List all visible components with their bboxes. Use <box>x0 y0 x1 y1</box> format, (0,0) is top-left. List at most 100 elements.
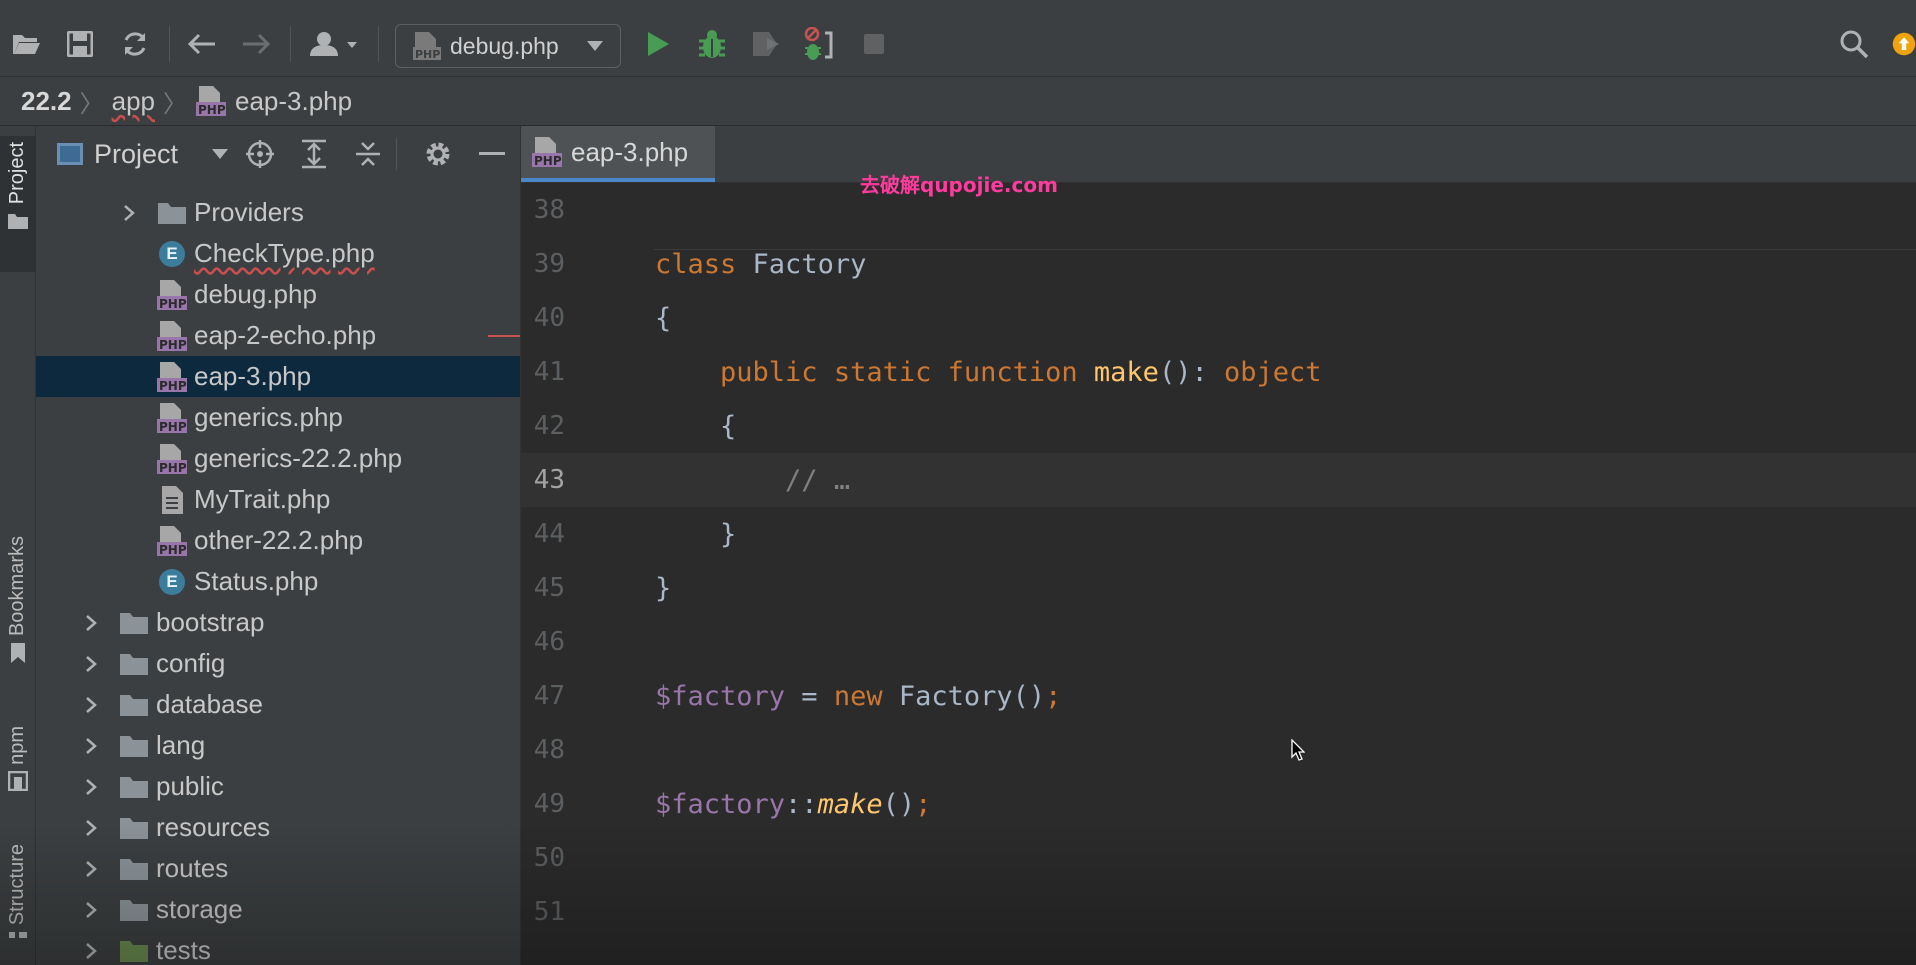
stripe-tab-label: Project <box>6 142 28 205</box>
chevron-right-icon[interactable] <box>81 736 101 756</box>
code-line[interactable]: 45} <box>521 561 1916 615</box>
tree-item-label: eap-3.php <box>194 361 312 391</box>
chevron-right-icon[interactable] <box>81 941 101 961</box>
tree-item-resources[interactable]: resources <box>36 807 520 848</box>
stop-icon[interactable] <box>854 24 894 64</box>
line-number: 47 <box>533 681 565 711</box>
chevron-right-icon[interactable] <box>81 777 101 797</box>
sync-icon[interactable] <box>115 24 155 64</box>
breadcrumb-project[interactable]: 22.2 <box>21 86 72 117</box>
tree-item-generics-22-2[interactable]: PHP generics-22.2.php <box>36 438 520 479</box>
save-icon[interactable] <box>60 24 100 64</box>
tree-item-status[interactable]: E Status.php <box>36 561 520 602</box>
listen-debug-icon[interactable] <box>800 24 840 64</box>
editor-tab-eap-3[interactable]: PHP eap-3.php <box>521 126 715 182</box>
tree-item-config[interactable]: config <box>36 643 520 684</box>
code-line[interactable]: 50 <box>521 831 1916 885</box>
code-line[interactable]: 43 // … <box>521 453 1916 507</box>
back-icon[interactable] <box>182 24 222 64</box>
line-number: 38 <box>533 195 565 225</box>
project-panel-title[interactable]: Project <box>94 139 178 170</box>
stripe-tab-npm[interactable]: npm <box>0 726 35 791</box>
tree-item-label: bootstrap <box>156 607 265 637</box>
debug-icon[interactable] <box>692 24 732 64</box>
code-text: $factory = new Factory(); <box>655 681 1061 712</box>
code-line[interactable]: 41 public static function make(): object <box>521 345 1916 399</box>
php-file-icon: PHP <box>156 279 188 311</box>
coverage-icon[interactable] <box>746 24 786 64</box>
code-token: object <box>1223 356 1322 388</box>
stripe-tab-project[interactable]: Project <box>0 136 35 272</box>
code-text: class Factory <box>655 249 866 280</box>
stripe-tab-bookmarks[interactable]: Bookmarks <box>0 536 35 664</box>
editor-tab-label: eap-3.php <box>571 136 689 167</box>
code-line[interactable]: 40 { <box>521 291 1916 345</box>
minimize-icon[interactable] <box>474 136 510 172</box>
code-line[interactable]: 42 { <box>521 399 1916 453</box>
chevron-right-icon[interactable] <box>81 900 101 920</box>
svg-text:PHP: PHP <box>415 48 440 61</box>
tree-item-label: Providers <box>194 197 304 227</box>
code-line[interactable]: 39 class Factory <box>521 237 1916 291</box>
folder-icon <box>118 772 150 802</box>
tree-item-label: database <box>156 689 263 719</box>
tree-item-generics[interactable]: PHP generics.php <box>36 397 520 438</box>
tree-item-eap-3[interactable]: PHP eap-3.php <box>36 356 520 397</box>
enum-icon: E <box>156 239 188 269</box>
run-icon[interactable] <box>638 24 678 64</box>
tree-item-routes[interactable]: routes <box>36 848 520 889</box>
locate-file-icon[interactable] <box>242 136 278 172</box>
code-line[interactable]: 38 <box>521 183 1916 237</box>
code-token: new <box>833 680 899 712</box>
chevron-down-icon[interactable] <box>202 136 238 172</box>
test-folder-icon <box>118 936 150 965</box>
user-icon[interactable] <box>306 24 362 64</box>
breadcrumb-folder-app[interactable]: app <box>112 86 155 117</box>
code-line[interactable]: 51 <box>521 885 1916 939</box>
chevron-right-icon[interactable] <box>81 654 101 674</box>
code-line[interactable]: 46 <box>521 615 1916 669</box>
tree-item-debug[interactable]: PHP debug.php <box>36 274 520 315</box>
open-folder-icon[interactable] <box>6 24 46 64</box>
tree-item-providers[interactable]: Providers <box>36 192 520 233</box>
chevron-right-icon[interactable] <box>119 203 139 223</box>
code-token: make <box>817 788 883 820</box>
chevron-right-icon[interactable] <box>81 859 101 879</box>
code-line[interactable]: 47 $factory = new Factory(); <box>521 669 1916 723</box>
collapse-all-icon[interactable] <box>350 136 386 172</box>
code-token: (): <box>1158 356 1224 388</box>
code-text: $factory::make(); <box>655 789 931 820</box>
tree-item-checktype[interactable]: E CheckType.php <box>36 233 520 274</box>
tree-item-lang[interactable]: lang <box>36 725 520 766</box>
tree-item-other-22-2[interactable]: PHP other-22.2.php <box>36 520 520 561</box>
gear-icon[interactable] <box>420 136 456 172</box>
tree-item-tests[interactable]: tests <box>36 930 520 965</box>
chevron-right-icon[interactable] <box>81 695 101 715</box>
line-number: 48 <box>533 735 565 765</box>
code-line[interactable]: 49 $factory::make(); <box>521 777 1916 831</box>
code-line[interactable]: 48 <box>521 723 1916 777</box>
tree-item-label: tests <box>156 935 211 965</box>
tree-item-database[interactable]: database <box>36 684 520 725</box>
stripe-tab-structure[interactable]: Structure <box>0 844 35 945</box>
chevron-right-icon[interactable] <box>81 818 101 838</box>
run-configuration-label: debug.php <box>450 32 559 59</box>
tree-item-storage[interactable]: storage <box>36 889 520 930</box>
expand-all-icon[interactable] <box>296 136 332 172</box>
tree-item-bootstrap[interactable]: bootstrap <box>36 602 520 643</box>
code-editor[interactable]: 38 39 class Factory 40 {41 public static fun… <box>521 183 1916 965</box>
svg-text:PHP: PHP <box>159 379 187 393</box>
npm-icon <box>7 770 28 791</box>
update-icon[interactable] <box>1888 24 1916 64</box>
code-token: { <box>655 410 737 442</box>
run-configuration-dropdown[interactable]: PHP debug.php <box>395 24 621 68</box>
code-token: ; <box>1045 680 1062 712</box>
search-icon[interactable] <box>1834 24 1874 64</box>
breadcrumb-file[interactable]: eap-3.php <box>235 86 352 117</box>
tree-item-eap-2-echo[interactable]: PHP eap-2-echo.php <box>36 315 520 356</box>
chevron-right-icon[interactable] <box>81 613 101 633</box>
tree-item-public[interactable]: public <box>36 766 520 807</box>
tree-item-mytrait[interactable]: MyTrait.php <box>36 479 520 520</box>
code-line[interactable]: 44 } <box>521 507 1916 561</box>
forward-icon[interactable] <box>236 24 276 64</box>
